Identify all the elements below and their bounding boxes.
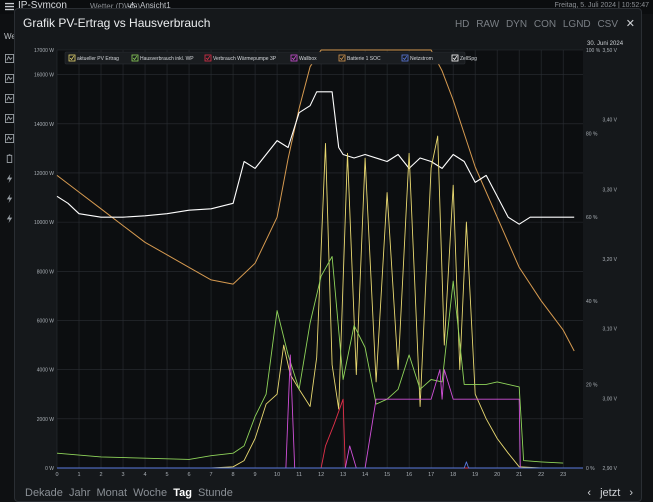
y-left-tick-label: 4000 W: [37, 368, 55, 374]
bolt-icon[interactable]: [5, 214, 14, 223]
x-tick-label: 0: [55, 472, 58, 476]
battery-icon[interactable]: [5, 154, 14, 163]
x-tick-label: 16: [406, 472, 412, 476]
toolbar-csv[interactable]: CSV: [597, 19, 618, 30]
period-dekade[interactable]: Dekade: [25, 487, 63, 499]
y-left-tick-label: 8000 W: [37, 269, 55, 275]
period-tag[interactable]: Tag: [173, 487, 192, 499]
y-left-tick-label: 14000 W: [34, 122, 54, 128]
chart: 0 W2000 W4000 W6000 W8000 W10000 W12000 …: [34, 41, 624, 476]
toolbar-hd[interactable]: HD: [455, 19, 469, 30]
legend-label: Hausverbrauch inkl. WP: [140, 56, 194, 62]
y-left-tick-label: 12000 W: [34, 171, 54, 177]
y-volt-tick-label: 3,40 V: [603, 118, 618, 124]
sidebar-item-icon[interactable]: [5, 94, 14, 103]
x-tick-label: 5: [166, 472, 169, 476]
y-pct-tick-label: 100 %: [586, 48, 601, 54]
panel-title: Grafik PV-Ertrag vs Hausverbrauch: [23, 16, 211, 30]
x-tick-label: 6: [188, 472, 191, 476]
sidebar-item-icon[interactable]: [5, 134, 14, 143]
period-jahr[interactable]: Jahr: [69, 487, 90, 499]
bolt-icon[interactable]: [5, 194, 14, 203]
y-pct-tick-label: 80 %: [586, 132, 598, 138]
x-tick-label: 3: [121, 472, 124, 476]
x-tick-label: 1: [77, 472, 80, 476]
x-tick-label: 19: [472, 472, 478, 476]
date-navigation: ‹ jetzt ›: [581, 487, 633, 499]
y-left-tick-label: 10000 W: [34, 220, 54, 226]
sidebar-item-icon[interactable]: [5, 114, 14, 123]
x-tick-label: 21: [516, 472, 522, 476]
y-left-tick-label: 17000 W: [34, 48, 54, 54]
y-pct-tick-label: 60 %: [586, 215, 598, 221]
x-tick-label: 23: [560, 472, 566, 476]
y-left-tick-label: 6000 W: [37, 318, 55, 324]
legend-label: aktueller PV Ertrag: [77, 56, 119, 62]
date-label: 30. Juni 2024: [587, 41, 624, 47]
next-button[interactable]: ›: [629, 487, 633, 499]
x-tick-label: 8: [232, 472, 235, 476]
x-tick-label: 10: [274, 472, 280, 476]
plot-area: [57, 50, 583, 468]
y-volt-tick-label: 3,50 V: [603, 48, 618, 54]
x-tick-label: 9: [254, 472, 257, 476]
x-tick-label: 11: [296, 472, 302, 476]
x-tick-label: 15: [384, 472, 390, 476]
legend-label: Wallbox: [299, 56, 317, 62]
legend-label: ZellSpg: [460, 56, 477, 62]
x-tick-label: 13: [340, 472, 346, 476]
x-tick-label: 14: [362, 472, 368, 476]
y-volt-tick-label: 3,20 V: [603, 257, 618, 263]
close-icon[interactable]: ✕: [626, 18, 635, 30]
x-tick-label: 20: [494, 472, 500, 476]
y-left-tick-label: 2000 W: [37, 417, 55, 423]
y-pct-tick-label: 40 %: [586, 299, 598, 305]
y-volt-tick-label: 3,00 V: [603, 396, 618, 402]
period-stunde[interactable]: Stunde: [198, 487, 233, 499]
legend-label: Netzstrom: [410, 56, 433, 62]
x-tick-label: 12: [318, 472, 324, 476]
legend-label: Verbrauch Wärmepumpe 3P: [213, 56, 277, 62]
y-pct-tick-label: 0 %: [586, 466, 595, 472]
y-left-tick-label: 0 W: [45, 466, 54, 472]
menu-icon[interactable]: [5, 2, 14, 11]
toolbar-raw[interactable]: RAW: [476, 19, 499, 30]
sidebar-item-icon[interactable]: [5, 74, 14, 83]
toolbar-dyn[interactable]: DYN: [506, 19, 527, 30]
now-button[interactable]: jetzt: [600, 487, 620, 499]
y-pct-tick-label: 20 %: [586, 382, 598, 388]
toolbar-con[interactable]: CON: [534, 19, 556, 30]
y-volt-tick-label: 3,10 V: [603, 327, 618, 333]
x-tick-label: 4: [144, 472, 147, 476]
y-volt-tick-label: 3,30 V: [603, 187, 618, 193]
y-left-tick-label: 16000 W: [34, 73, 54, 79]
y-volt-tick-label: 2,90 V: [603, 466, 618, 472]
chart-panel: Grafik PV-Ertrag vs Hausverbrauch HD RAW…: [14, 8, 642, 502]
x-tick-label: 18: [450, 472, 456, 476]
legend-label: Batterie 1 SOC: [347, 56, 381, 62]
x-tick-label: 22: [538, 472, 544, 476]
x-tick-label: 7: [210, 472, 213, 476]
x-tick-label: 2: [99, 472, 102, 476]
period-selector: Dekade Jahr Monat Woche Tag Stunde: [25, 487, 236, 499]
prev-button[interactable]: ‹: [587, 487, 591, 499]
x-tick-label: 17: [428, 472, 434, 476]
period-woche[interactable]: Woche: [133, 487, 167, 499]
chart-toolbar: HD RAW DYN CON LGND CSV ✕: [451, 17, 635, 30]
period-monat[interactable]: Monat: [96, 487, 127, 499]
toolbar-lgnd[interactable]: LGND: [563, 19, 591, 30]
sidebar-item-icon[interactable]: [5, 54, 14, 63]
bolt-icon[interactable]: [5, 174, 14, 183]
